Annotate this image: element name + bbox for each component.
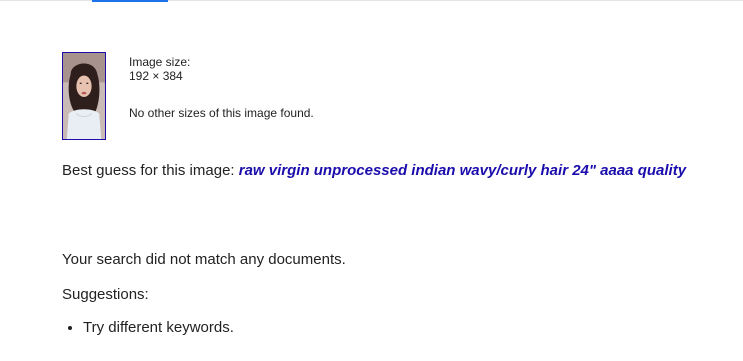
image-thumbnail[interactable] [62, 52, 106, 140]
suggestion-item: Try different keywords. [83, 319, 234, 337]
image-size-value: 192 × 384 [129, 69, 183, 83]
best-guess-prefix: Best guess for this image: [62, 162, 239, 179]
suggestions-list: Try different keywords. [62, 319, 234, 337]
no-other-sizes-text: No other sizes of this image found. [129, 106, 314, 120]
best-guess-link[interactable]: raw virgin unprocessed indian wavy/curly… [239, 162, 686, 179]
portrait-thumbnail-icon [63, 53, 105, 139]
no-match-message: Your search did not match any documents. [62, 251, 346, 268]
suggestions-title: Suggestions: [62, 286, 149, 303]
best-guess: Best guess for this image: raw virgin un… [62, 162, 702, 180]
search-results-page: Image size: 192 × 384 No other sizes of … [0, 0, 743, 361]
image-size-label: Image size: [129, 55, 191, 69]
active-tab-indicator [92, 0, 168, 2]
